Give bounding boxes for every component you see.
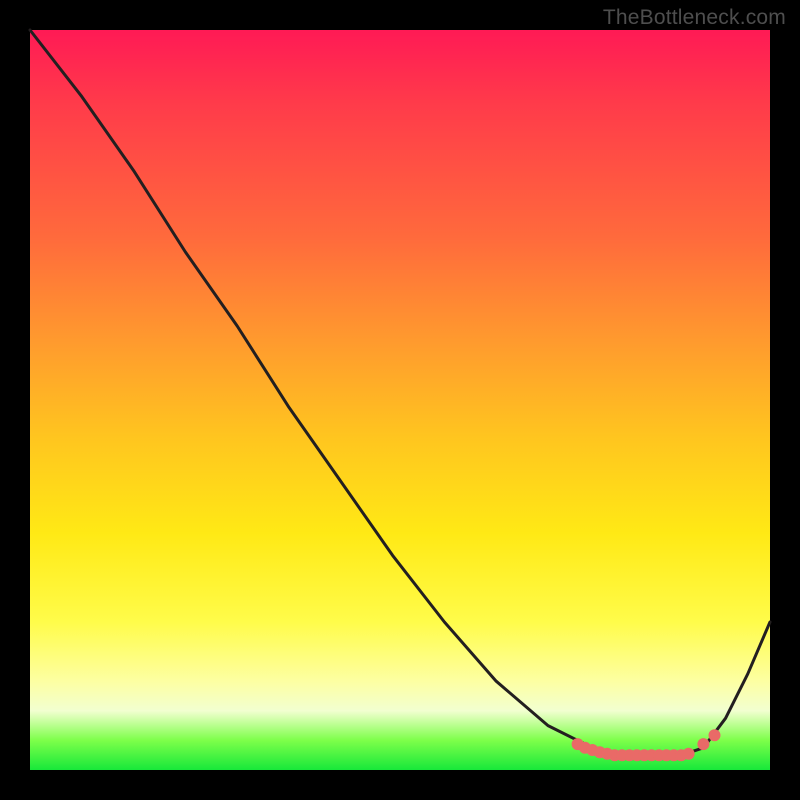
chart-stage: TheBottleneck.com bbox=[0, 0, 800, 800]
highlight-dot bbox=[697, 738, 709, 750]
highlight-dot bbox=[683, 748, 695, 760]
bottleneck-curve bbox=[30, 30, 770, 755]
gradient-panel bbox=[30, 30, 770, 770]
attribution-text: TheBottleneck.com bbox=[603, 6, 786, 30]
highlight-dot bbox=[709, 729, 721, 741]
curve-layer bbox=[30, 30, 770, 770]
highlight-band bbox=[572, 729, 721, 761]
